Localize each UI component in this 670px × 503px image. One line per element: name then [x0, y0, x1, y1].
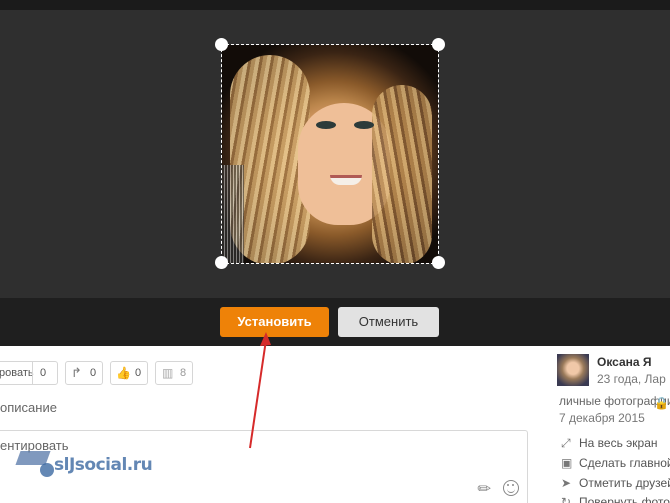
bar-chart-icon: ▥ [162, 366, 174, 380]
make-main-link[interactable]: ▣ Сделать главной [561, 456, 670, 470]
crop-frame[interactable] [221, 44, 439, 264]
smiley-icon[interactable] [503, 480, 519, 496]
red-arrow-annotation [249, 332, 271, 449]
like-button[interactable]: 👍 0 [110, 361, 148, 385]
photo-date: 7 декабря 2015 [559, 411, 645, 425]
thumbs-up-icon: 👍 [116, 366, 131, 380]
user-meta: 23 года, Лар [597, 372, 666, 386]
reshare-count: 0 [90, 367, 97, 379]
share-button[interactable]: ровать 0 [0, 361, 58, 385]
description-link[interactable]: описание [0, 400, 57, 415]
share-count: 0 [40, 367, 47, 379]
reshare-button[interactable]: ↱ 0 [65, 361, 103, 385]
watermark-logo: slJsocial.ru [15, 447, 158, 483]
fullscreen-link[interactable]: ⤢ На весь экран [561, 436, 658, 451]
stats-button[interactable]: ▥ 8 [155, 361, 193, 385]
fullscreen-icon: ⤢ [561, 436, 571, 450]
like-count: 0 [135, 367, 142, 379]
tag-friends-link[interactable]: ➤ Отметить друзей [561, 476, 670, 490]
top-strip [0, 0, 670, 10]
tag-pointer-icon: ➤ [561, 476, 572, 490]
crop-handle-top-left[interactable] [215, 38, 228, 51]
crop-handle-bottom-left[interactable] [215, 256, 228, 269]
rotate-icon: ↻ [561, 495, 572, 503]
cancel-button[interactable]: Отменить [338, 307, 439, 337]
share-label: ровать [0, 367, 34, 379]
watermark-text: slJsocial.ru [54, 455, 153, 475]
crop-handle-bottom-right[interactable] [432, 256, 445, 269]
lock-icon: 🔒 [654, 396, 669, 410]
reshare-icon: ↱ [71, 365, 82, 380]
rotate-photo-link[interactable]: ↻ Повернуть фото [561, 495, 670, 503]
user-name[interactable]: Оксана Я [597, 355, 652, 369]
avatar[interactable] [557, 354, 589, 386]
avatar-icon: ▣ [561, 456, 573, 470]
crop-handle-top-right[interactable] [432, 38, 445, 51]
editor-toolbar [0, 298, 670, 346]
stats-count: 8 [180, 367, 187, 379]
